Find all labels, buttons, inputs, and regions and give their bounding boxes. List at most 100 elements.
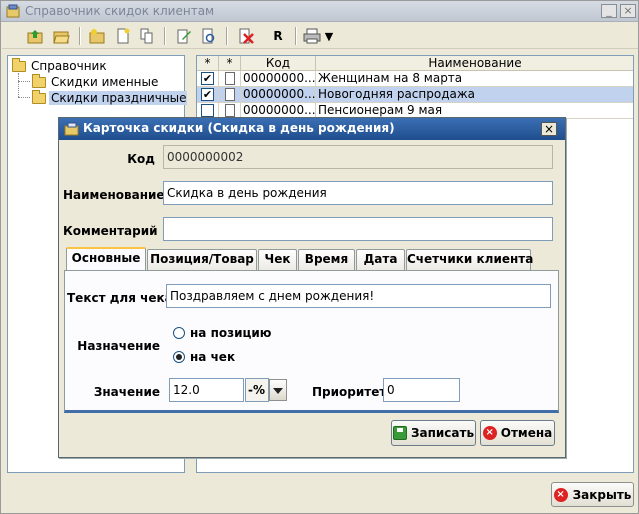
row-check-cell: ✔: [197, 87, 219, 103]
tree-item-label: Скидки праздничные: [49, 91, 189, 105]
save-button[interactable]: Записать: [391, 420, 476, 446]
toolbar-folder-up-button[interactable]: [25, 26, 47, 46]
view-document-icon: [202, 28, 215, 44]
comment-label: Комментарий: [63, 224, 158, 238]
dialog-titlebar: Карточка скидки (Скидка в день рождения)…: [59, 118, 565, 140]
tree-connector: [18, 81, 30, 82]
toolbar-print-button[interactable]: [301, 26, 323, 46]
toolbar-view-button[interactable]: [198, 26, 220, 46]
toolbar-new-folder-button[interactable]: [87, 26, 109, 46]
toolbar: R ▼: [2, 23, 638, 49]
row-name: Новогодняя распродажа: [316, 87, 633, 103]
close-button[interactable]: × Закрыть: [551, 482, 634, 507]
row-code: 00000000...: [241, 71, 316, 87]
column-header-type[interactable]: *: [219, 56, 241, 71]
row-type-cell: [219, 87, 241, 103]
copy-icon: [140, 28, 153, 44]
delete-icon: [239, 28, 254, 44]
tab-time[interactable]: Время: [298, 249, 355, 270]
printer-icon: [303, 28, 321, 44]
purpose-radio-position[interactable]: [173, 327, 185, 339]
document-icon: [224, 72, 235, 85]
priority-label: Приоритет: [312, 385, 387, 399]
close-window-button[interactable]: ×: [620, 4, 636, 18]
code-label: Код: [127, 152, 155, 166]
purpose-option-position[interactable]: на позицию: [173, 326, 271, 340]
value-label: Значение: [93, 385, 160, 399]
chevron-down-icon: [273, 388, 283, 394]
new-document-icon: [117, 28, 130, 44]
row-name: Женщинам на 8 марта: [316, 71, 633, 87]
save-button-label: Записать: [410, 426, 475, 440]
unit-dropdown-button[interactable]: [269, 379, 287, 401]
toolbar-copy-button[interactable]: [136, 26, 158, 46]
minimize-button[interactable]: _: [601, 4, 617, 18]
tree-root-label: Справочник: [31, 59, 107, 73]
row-type-cell: [219, 71, 241, 87]
tree-connector: [18, 97, 30, 98]
toolbar-separator: [79, 27, 81, 45]
toolbar-r-button[interactable]: R: [267, 26, 289, 46]
dialog-app-icon: [64, 122, 79, 136]
app-icon: [6, 4, 20, 18]
tree-root[interactable]: Справочник: [12, 57, 109, 74]
purpose-radio-receipt[interactable]: [173, 351, 185, 363]
tree-item-label: Скидки именные: [51, 75, 159, 89]
tab-position-product[interactable]: Позиция/Товар: [147, 249, 257, 270]
row-checkbox[interactable]: ✔: [201, 72, 214, 85]
toolbar-folder-open-button[interactable]: [51, 26, 73, 46]
close-button-label: Закрыть: [572, 487, 632, 502]
purpose-label: Назначение: [77, 339, 160, 353]
row-check-cell: ✔: [197, 71, 219, 87]
dialog-title: Карточка скидки (Скидка в день рождения): [83, 121, 395, 135]
row-checkbox[interactable]: ✔: [201, 88, 214, 101]
folder-open-icon: [53, 31, 70, 44]
toolbar-edit-button[interactable]: [173, 26, 195, 46]
table-row-selected[interactable]: ✔ 00000000... Новогодняя распродажа: [197, 87, 633, 103]
folder-icon: [12, 57, 26, 72]
column-header-code[interactable]: Код: [241, 56, 316, 71]
tab-panel-main: Текст для чека Поздравляем с днем рожден…: [64, 270, 559, 413]
tab-main[interactable]: Основные: [66, 247, 146, 271]
dialog-close-button[interactable]: ×: [541, 122, 557, 136]
folder-up-icon: [27, 30, 43, 44]
column-header-name[interactable]: Наименование: [316, 56, 633, 71]
priority-field[interactable]: 0: [383, 378, 460, 402]
print-dropdown-icon[interactable]: ▼: [322, 26, 336, 46]
tab-client-counters[interactable]: Счетчики клиента: [406, 249, 533, 270]
code-field: 0000000002: [163, 145, 553, 169]
toolbar-separator: [295, 27, 297, 45]
edit-icon: [177, 29, 191, 44]
main-titlebar: Справочник скидок клиентам _ ×: [1, 1, 638, 22]
name-label: Наименование: [63, 188, 165, 202]
purpose-option-receipt[interactable]: на чек: [173, 350, 235, 364]
toolbar-new-document-button[interactable]: [112, 26, 134, 46]
tab-date[interactable]: Дата: [356, 249, 405, 270]
column-header-check[interactable]: *: [197, 56, 219, 71]
comment-field[interactable]: [163, 217, 553, 241]
window-title: Справочник скидок клиентам: [25, 4, 215, 18]
check-text-field[interactable]: Поздравляем с днем рождения!: [166, 284, 551, 308]
toolbar-delete-button[interactable]: [235, 26, 257, 46]
tree-connector: [18, 73, 19, 97]
toolbar-separator: [226, 27, 228, 45]
tab-receipt[interactable]: Чек: [258, 249, 297, 270]
toolbar-separator: [164, 27, 166, 45]
row-checkbox[interactable]: [201, 104, 214, 117]
tree-item-named-discounts[interactable]: Скидки именные: [32, 73, 160, 90]
document-icon: [224, 88, 235, 101]
close-icon: ×: [553, 487, 568, 502]
folder-icon: [32, 89, 46, 104]
cancel-button-label: Отмена: [500, 426, 553, 440]
unit-select[interactable]: -%: [245, 378, 269, 402]
save-icon: [392, 426, 407, 440]
document-icon: [224, 104, 235, 117]
check-text-label: Текст для чека: [67, 291, 173, 305]
name-field[interactable]: Скидка в день рождения: [163, 181, 553, 205]
tree-item-holiday-discounts[interactable]: Скидки праздничные: [32, 89, 189, 106]
purpose-option-label: на позицию: [190, 326, 272, 340]
value-field[interactable]: 12.0: [169, 378, 244, 402]
folder-icon: [32, 73, 46, 88]
cancel-button[interactable]: × Отмена: [480, 420, 555, 446]
table-row[interactable]: ✔ 00000000... Женщинам на 8 марта: [197, 71, 633, 87]
